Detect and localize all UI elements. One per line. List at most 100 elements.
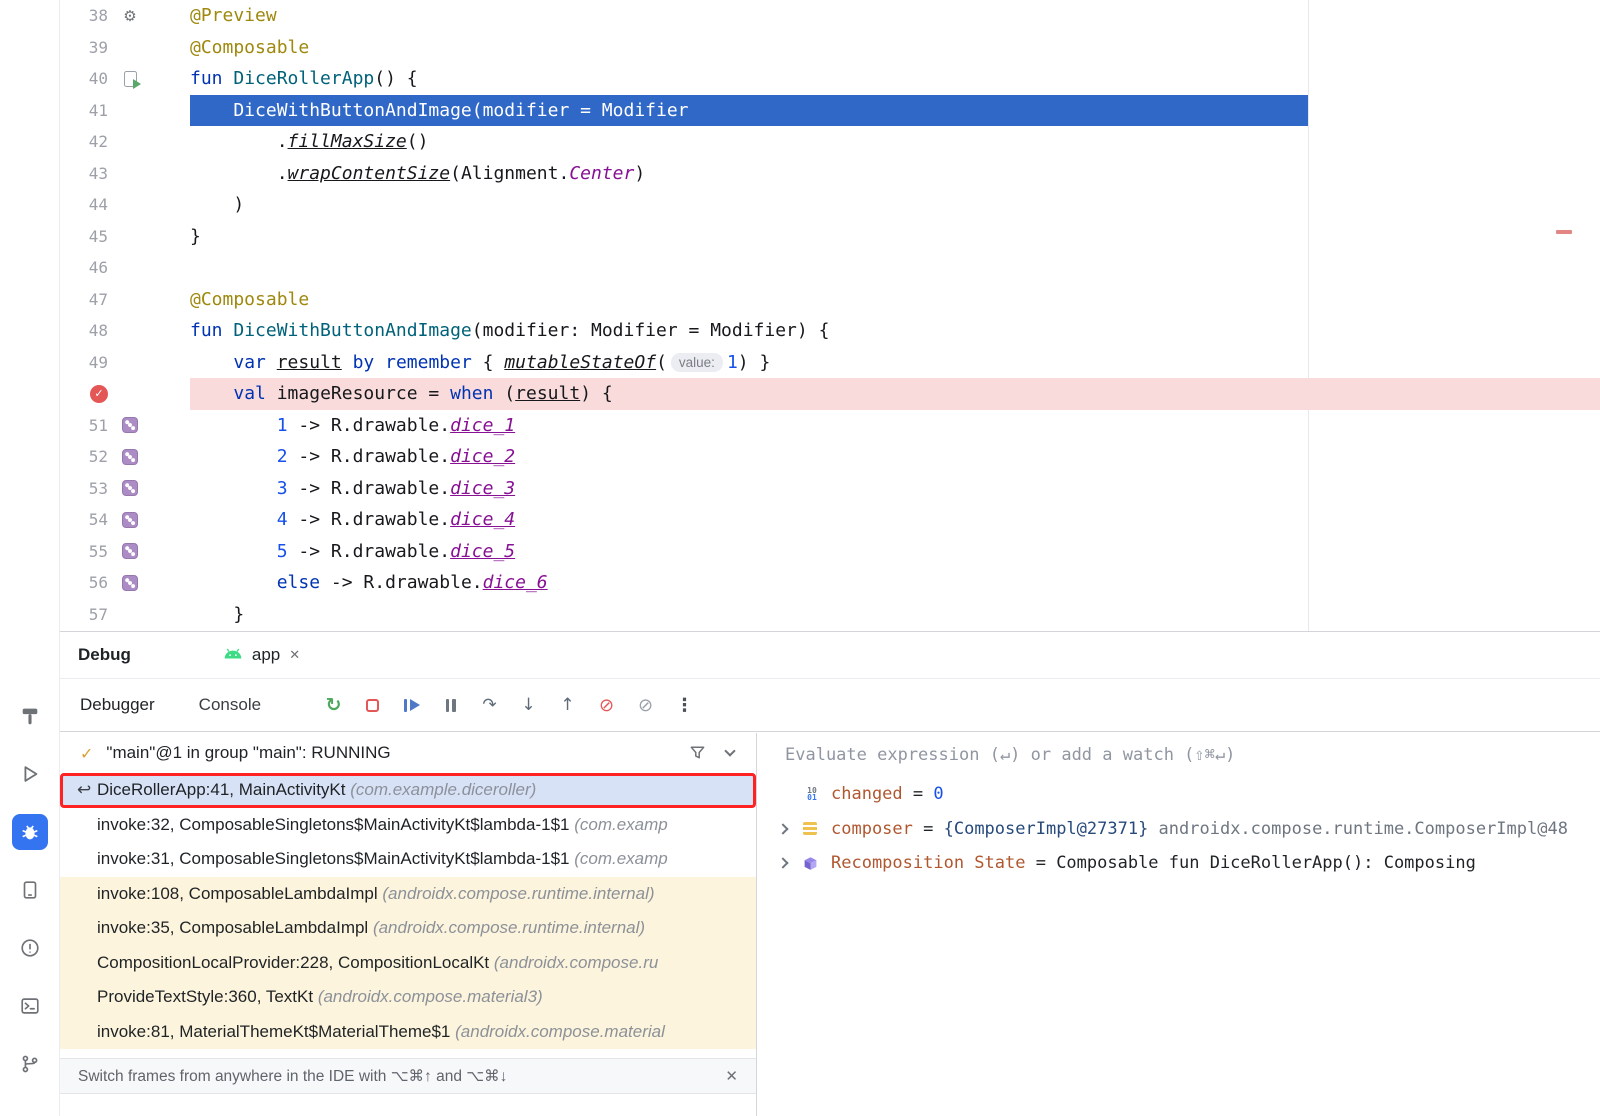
code-token: -> R.drawable. [288, 541, 451, 562]
step-over-icon[interactable]: ↷ [477, 693, 502, 718]
code-token [190, 383, 233, 404]
drawable-preview-dice-icon[interactable] [122, 480, 138, 496]
breakpoints-muted-icon[interactable]: ⊘ [633, 693, 658, 718]
evaluate-expression-input[interactable]: Evaluate expression (↵) or add a watch (… [757, 733, 1600, 777]
frame-row[interactable]: invoke:32, ComposableSingletons$MainActi… [60, 808, 756, 843]
code-text[interactable]: 5 -> R.drawable.dice_5 [190, 536, 1600, 568]
line-number[interactable]: 49 [60, 353, 108, 372]
code-token: } [190, 226, 201, 247]
debug-icon[interactable] [12, 814, 48, 850]
line-number[interactable]: 40 [60, 69, 108, 88]
line-number[interactable]: 44 [60, 195, 108, 214]
filter-funnel-icon[interactable] [689, 744, 706, 766]
code-text[interactable]: else -> R.drawable.dice_6 [190, 567, 1600, 599]
code-text[interactable]: 4 -> R.drawable.dice_4 [190, 504, 1600, 536]
build-hammer-icon[interactable] [12, 698, 48, 734]
drawable-preview-dice-icon[interactable] [122, 543, 138, 559]
code-editor[interactable]: 38 ⚙ @Preview 39 @Composable 40 fun DiceRoller… [60, 0, 1600, 631]
terminal-icon[interactable] [12, 988, 48, 1024]
step-out-icon[interactable]: ↑ [555, 693, 580, 718]
run-icon[interactable] [12, 756, 48, 792]
code-text[interactable]: @Preview [190, 0, 1600, 32]
code-text[interactable]: DiceWithButtonAndImage(modifier = Modifi… [190, 95, 1600, 127]
tab-debugger[interactable]: Debugger [80, 695, 155, 715]
code-token: . [190, 163, 288, 184]
code-text[interactable]: 1 -> R.drawable.dice_1 [190, 410, 1600, 442]
code-text[interactable]: fun DiceWithButtonAndImage(modifier: Mod… [190, 315, 1600, 347]
code-text[interactable] [190, 252, 1600, 284]
code-text[interactable]: @Composable [190, 284, 1600, 316]
line-number[interactable]: ✓ [60, 385, 108, 403]
watch-row[interactable]: composer = {ComposerImpl@27371} androidx… [757, 812, 1600, 847]
code-token: DiceRollerApp [233, 68, 374, 89]
line-number[interactable]: 52 [60, 447, 108, 466]
chevron-down-icon[interactable] [724, 745, 735, 756]
step-into-icon[interactable]: ↓ [516, 693, 541, 718]
frame-row[interactable]: CompositionLocalProvider:228, Compositio… [60, 946, 756, 981]
line-number[interactable]: 57 [60, 605, 108, 624]
line-number[interactable]: 43 [60, 164, 108, 183]
line-number[interactable]: 39 [60, 38, 108, 57]
code-text[interactable]: fun DiceRollerApp() { [190, 63, 1600, 95]
expand-chevron-icon[interactable] [779, 825, 803, 833]
watch-row[interactable]: Recomposition State = Composable fun Dic… [757, 846, 1600, 881]
drawable-preview-dice-icon[interactable] [122, 449, 138, 465]
code-text[interactable]: 2 -> R.drawable.dice_2 [190, 441, 1600, 473]
code-text[interactable]: .fillMaxSize() [190, 126, 1600, 158]
execution-point-arrow-icon: ↩ [77, 780, 91, 800]
version-control-icon[interactable] [12, 1046, 48, 1082]
gutter-icon-slot [108, 449, 152, 465]
frame-row[interactable]: invoke:81, MaterialThemeKt$MaterialTheme… [60, 1015, 756, 1050]
line-number[interactable]: 48 [60, 321, 108, 340]
line-number[interactable]: 42 [60, 132, 108, 151]
run-tab-app[interactable]: app ✕ [223, 645, 300, 665]
line-number[interactable]: 47 [60, 290, 108, 309]
watch-row[interactable]: 1001changed = 0 [757, 777, 1600, 812]
code-token: ( [656, 352, 667, 373]
tab-console[interactable]: Console [199, 695, 261, 715]
line-number[interactable]: 54 [60, 510, 108, 529]
expand-chevron-icon[interactable] [779, 859, 803, 867]
frame-row[interactable]: invoke:31, ComposableSingletons$MainActi… [60, 842, 756, 877]
drawable-preview-dice-icon[interactable] [122, 512, 138, 528]
frame-row[interactable]: invoke:108, ComposableLambdaImpl (androi… [60, 877, 756, 912]
gutter-settings-gear-icon[interactable]: ⚙ [123, 7, 136, 25]
mute-breakpoints-icon[interactable]: ⊘ [594, 693, 619, 718]
resume-icon[interactable] [399, 693, 424, 718]
close-icon[interactable]: ✕ [289, 648, 300, 663]
close-icon[interactable]: ✕ [725, 1067, 738, 1085]
code-text[interactable]: @Composable [190, 32, 1600, 64]
device-manager-icon[interactable] [12, 872, 48, 908]
frame-row[interactable]: invoke:35, ComposableLambdaImpl (android… [60, 911, 756, 946]
frame-row-selected[interactable]: ↩DiceRollerApp:41, MainActivityKt (com.e… [60, 773, 756, 808]
run-preview-icon[interactable] [124, 71, 137, 87]
code-text[interactable]: var result by remember { mutableStateOf(… [190, 347, 1600, 379]
gutter-icon-slot [108, 512, 152, 528]
line-number[interactable]: 38 [60, 6, 108, 25]
frame-row[interactable]: ProvideTextStyle:360, TextKt (androidx.c… [60, 980, 756, 1015]
stop-icon[interactable] [360, 693, 385, 718]
drawable-preview-dice-icon[interactable] [122, 575, 138, 591]
breakpoint-icon[interactable]: ✓ [90, 385, 108, 403]
more-options-icon[interactable]: ⋮ [672, 693, 697, 718]
line-number[interactable]: 55 [60, 542, 108, 561]
drawable-preview-dice-icon[interactable] [122, 417, 138, 433]
code-text[interactable]: 3 -> R.drawable.dice_3 [190, 473, 1600, 505]
line-number[interactable]: 51 [60, 416, 108, 435]
code-token: ) } [738, 352, 771, 373]
line-number[interactable]: 45 [60, 227, 108, 246]
line-number[interactable]: 56 [60, 573, 108, 592]
line-number[interactable]: 46 [60, 258, 108, 277]
problems-icon[interactable] [12, 930, 48, 966]
line-number[interactable]: 41 [60, 101, 108, 120]
code-text[interactable]: } [190, 599, 1600, 631]
code-text[interactable]: } [190, 221, 1600, 253]
code-text[interactable]: val imageResource = when (result) { [190, 378, 1600, 410]
rerun-icon[interactable]: ↻ [321, 693, 346, 718]
line-number[interactable]: 53 [60, 479, 108, 498]
pause-icon[interactable] [438, 693, 463, 718]
code-text[interactable]: .wrapContentSize(Alignment.Center) [190, 158, 1600, 190]
thread-selector[interactable]: ✓ "main"@1 in group "main": RUNNING [60, 733, 756, 773]
code-text[interactable]: ) [190, 189, 1600, 221]
gutter-icon-slot: ⚙ [108, 7, 152, 25]
